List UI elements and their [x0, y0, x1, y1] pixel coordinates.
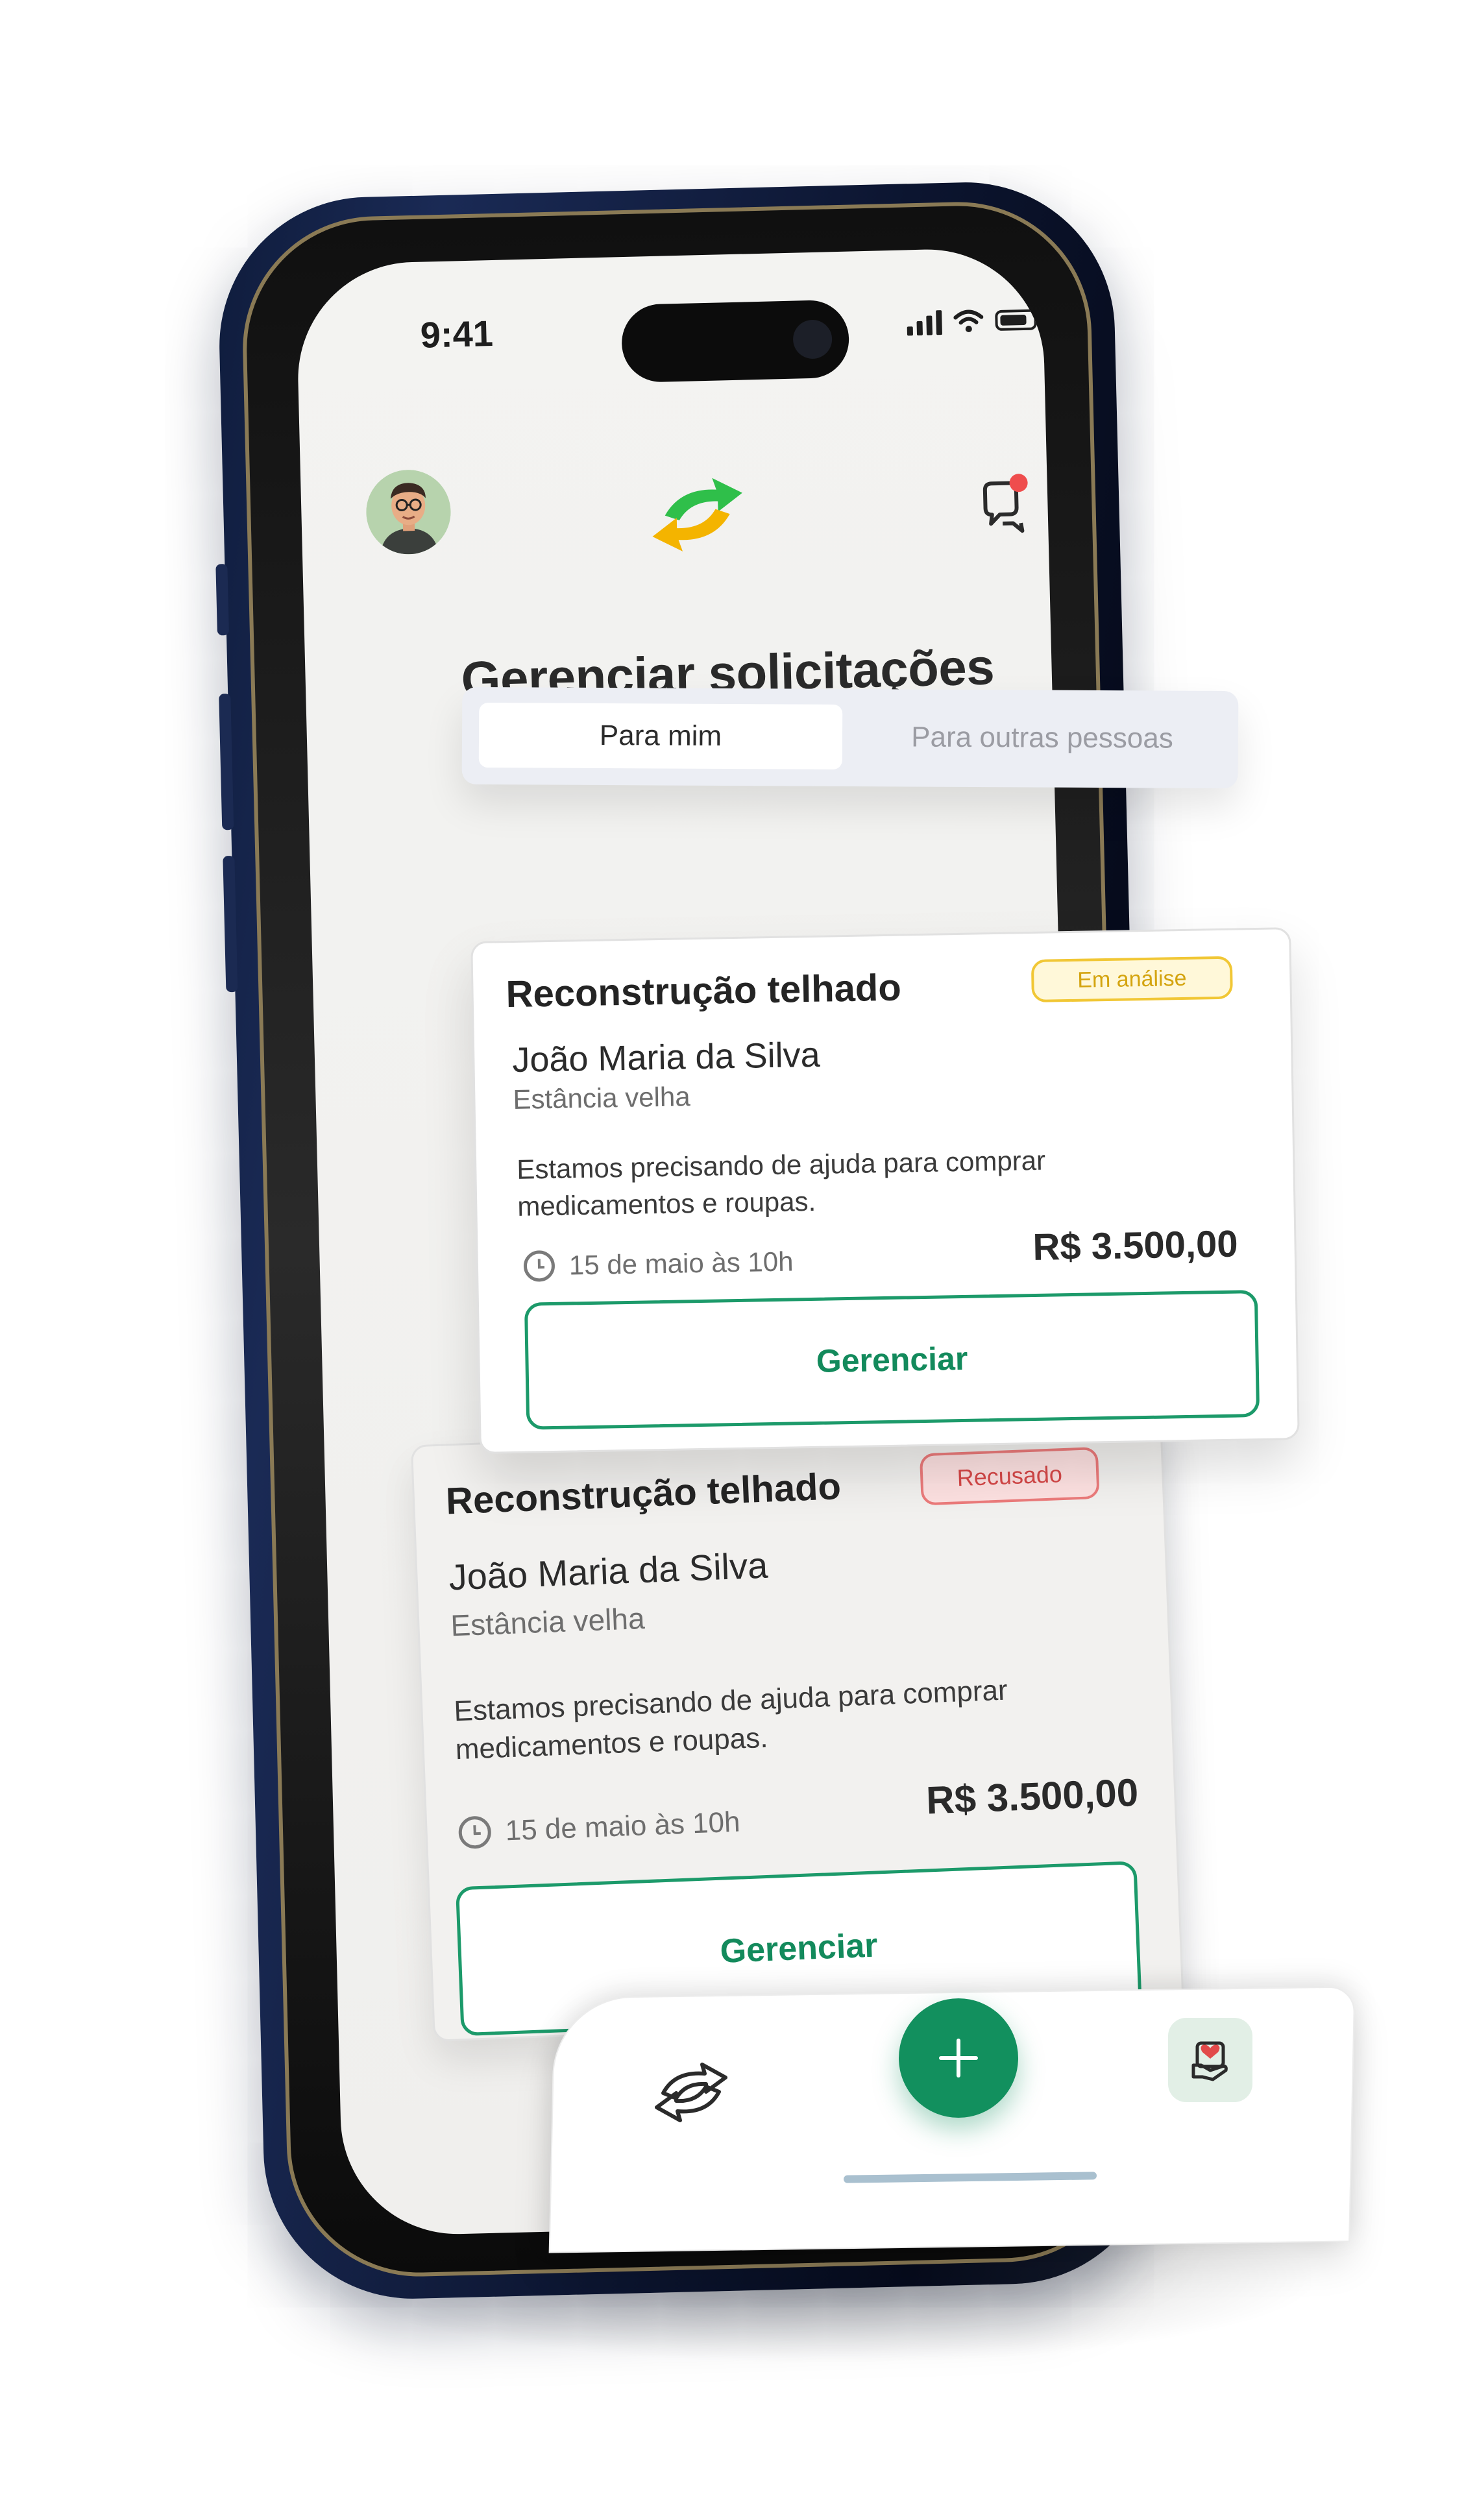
status-time: 9:41: [420, 312, 494, 356]
volume-down-button: [223, 855, 238, 993]
manage-button[interactable]: Gerenciar: [524, 1290, 1260, 1430]
swap-arrows-outline-icon[interactable]: [649, 2057, 733, 2128]
tab-para-mim[interactable]: Para mim: [478, 703, 843, 769]
requester-name: João Maria da Silva: [448, 1544, 769, 1598]
request-title: Reconstrução telhado: [445, 1465, 842, 1523]
status-badge: Recusado: [919, 1446, 1100, 1506]
user-avatar[interactable]: [365, 468, 452, 555]
status-badge: Em análise: [1031, 956, 1233, 1003]
tab-switcher: Para mim Para outras pessoas: [461, 686, 1239, 789]
request-date: 15 de maio às 10h: [523, 1246, 794, 1282]
mute-switch: [215, 564, 229, 636]
volume-up-button: [219, 694, 234, 830]
dynamic-island: [620, 299, 850, 383]
hand-heart-icon: [1191, 2041, 1228, 2081]
request-amount: R$ 3.500,00: [1032, 1222, 1239, 1269]
front-camera: [792, 319, 833, 359]
plus-icon: [939, 2039, 978, 2078]
request-title: Reconstrução telhado: [506, 966, 902, 1016]
nav-help-tab[interactable]: [1168, 2018, 1252, 2102]
request-description: Estamos precisando de ajuda para comprar…: [517, 1143, 1047, 1226]
request-date-text: 15 de maio às 10h: [568, 1246, 794, 1281]
swap-arrows-logo: [652, 478, 742, 551]
tab-para-outras-pessoas[interactable]: Para outras pessoas: [864, 705, 1221, 771]
requester-location: Estância velha: [513, 1081, 691, 1115]
add-request-button[interactable]: [899, 1998, 1018, 2118]
clock-icon: [523, 1250, 555, 1282]
clock-icon: [458, 1815, 492, 1850]
chat-bell-icon[interactable]: [975, 471, 1035, 537]
request-description: Estamos precisando de ajuda para comprar…: [453, 1671, 1010, 1769]
request-card: Reconstrução telhado Recusado João Maria…: [410, 1416, 1185, 2042]
request-date-text: 15 de maio às 10h: [504, 1806, 741, 1847]
notification-dot: [1009, 474, 1028, 492]
requester-location: Estância velha: [450, 1601, 646, 1643]
request-date: 15 de maio às 10h: [458, 1806, 741, 1850]
avatar-illustration: [365, 468, 452, 555]
battery-icon: [995, 309, 1037, 332]
signal-icon: [907, 309, 943, 336]
wifi-icon: [953, 309, 984, 333]
request-amount: R$ 3.500,00: [925, 1770, 1140, 1823]
status-icons: [907, 306, 1037, 336]
request-card: Reconstrução telhado Em análise João Mar…: [470, 927, 1300, 1454]
requester-name: João Maria da Silva: [511, 1035, 821, 1080]
